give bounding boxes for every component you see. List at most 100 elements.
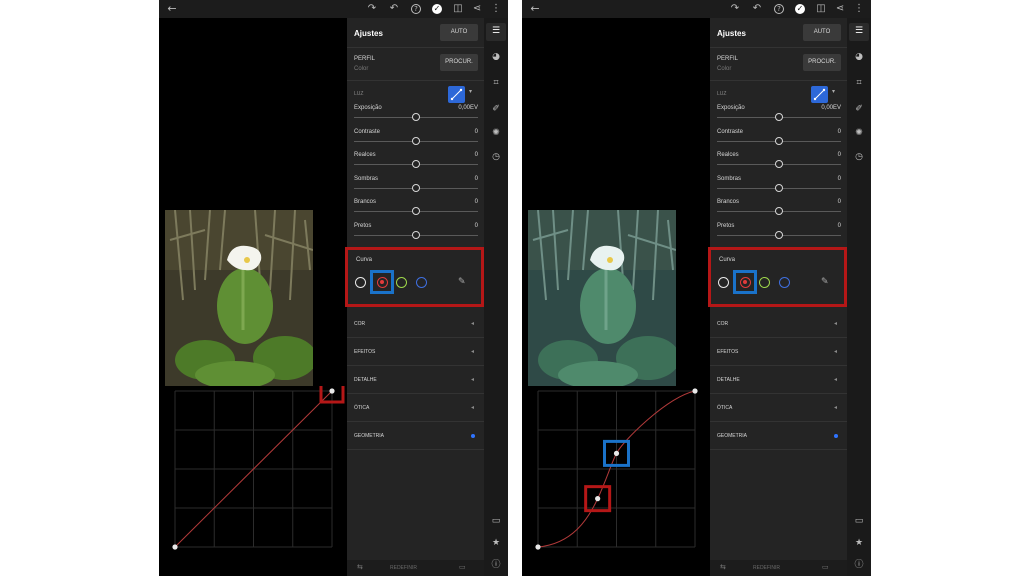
- presets-icon[interactable]: ⇆: [357, 563, 363, 571]
- section-row-ótica[interactable]: ÓTICA ◂: [710, 394, 847, 422]
- section-row-efeitos[interactable]: EFEITOS ◂: [710, 338, 847, 366]
- pen-tool-icon[interactable]: ✎: [821, 277, 829, 287]
- color-mix-icon[interactable]: ◕: [852, 50, 866, 64]
- tone-curve-graph[interactable]: [522, 386, 710, 566]
- info-icon[interactable]: ⓘ: [852, 558, 866, 572]
- comment-icon[interactable]: ▭: [852, 514, 866, 528]
- curve-point[interactable]: [595, 496, 601, 502]
- slider-value[interactable]: 0: [838, 223, 841, 229]
- info-icon[interactable]: ⓘ: [489, 558, 503, 572]
- history-icon[interactable]: ◷: [489, 150, 503, 164]
- section-row-cor[interactable]: COR ◂: [710, 310, 847, 338]
- crop-icon[interactable]: ⌗: [852, 76, 866, 90]
- photo-preview[interactable]: [528, 210, 676, 386]
- auto-button[interactable]: AUTO: [440, 24, 478, 41]
- section-row-geometria[interactable]: GEOMETRIA: [347, 422, 484, 450]
- redo-icon[interactable]: ↷: [728, 1, 742, 17]
- channel-blue-button[interactable]: [416, 277, 427, 288]
- history-icon[interactable]: ◷: [852, 150, 866, 164]
- redo-icon[interactable]: ↷: [365, 1, 379, 17]
- slider-value[interactable]: 0,00EV: [821, 105, 841, 111]
- channel-rgb-button[interactable]: [355, 277, 366, 288]
- slider-thumb[interactable]: [412, 207, 420, 215]
- presets-icon[interactable]: ⇆: [720, 563, 726, 571]
- check-icon[interactable]: ✓: [430, 1, 444, 17]
- slider-thumb[interactable]: [775, 183, 783, 192]
- more-icon[interactable]: ⋮: [489, 1, 503, 17]
- slider-value[interactable]: 0: [475, 176, 478, 182]
- section-row-geometria[interactable]: GEOMETRIA: [710, 422, 847, 450]
- copy-settings-icon[interactable]: ▭: [459, 563, 466, 571]
- reset-button[interactable]: REDEFINIR: [753, 565, 780, 571]
- slider-value[interactable]: 0: [838, 176, 841, 182]
- check-icon[interactable]: ✓: [793, 1, 807, 17]
- help-icon[interactable]: ?: [409, 1, 423, 17]
- section-row-ótica[interactable]: ÓTICA ◂: [347, 394, 484, 422]
- photo-preview[interactable]: [165, 210, 313, 386]
- compare-icon[interactable]: ◫: [814, 1, 828, 17]
- slider-thumb[interactable]: [775, 160, 783, 168]
- healing-icon[interactable]: ✺: [489, 126, 503, 140]
- tone-curve-graph[interactable]: [159, 378, 347, 566]
- section-row-cor[interactable]: COR ◂: [347, 310, 484, 338]
- undo-icon[interactable]: ↶: [387, 1, 401, 17]
- slider-thumb[interactable]: [412, 183, 420, 192]
- curve-point[interactable]: [613, 450, 620, 456]
- reset-button[interactable]: REDEFINIR: [390, 565, 417, 571]
- curve-toggle-button[interactable]: [811, 86, 828, 103]
- crop-icon[interactable]: ⌗: [489, 76, 503, 90]
- more-icon[interactable]: ⋮: [852, 1, 866, 17]
- slider-value[interactable]: 0: [475, 129, 478, 135]
- section-row-detalhe[interactable]: DETALHE ◂: [710, 366, 847, 394]
- star-icon[interactable]: ★: [852, 536, 866, 550]
- auto-button[interactable]: AUTO: [803, 24, 841, 41]
- browse-profile-button[interactable]: PROCUR.: [440, 54, 478, 71]
- undo-icon[interactable]: ↶: [750, 1, 764, 17]
- tone-curve-editor[interactable]: [522, 386, 710, 566]
- browse-profile-button[interactable]: PROCUR.: [803, 54, 841, 71]
- curve-point[interactable]: [172, 544, 178, 550]
- slider-value[interactable]: 0: [838, 199, 841, 205]
- slider-thumb[interactable]: [775, 136, 783, 145]
- healing-icon[interactable]: ✺: [852, 126, 866, 140]
- section-row-detalhe[interactable]: DETALHE ◂: [347, 366, 484, 394]
- share-icon[interactable]: ⋖: [833, 1, 847, 17]
- slider-thumb[interactable]: [775, 230, 783, 239]
- brush-icon[interactable]: ✐: [489, 102, 503, 116]
- slider-value[interactable]: 0: [838, 129, 841, 135]
- slider-thumb[interactable]: [775, 113, 783, 121]
- slider-thumb[interactable]: [412, 113, 420, 121]
- slider-thumb[interactable]: [412, 136, 420, 145]
- section-row-efeitos[interactable]: EFEITOS ◂: [347, 338, 484, 366]
- curve-toggle-button[interactable]: [448, 86, 465, 103]
- slider-value[interactable]: 0: [475, 199, 478, 205]
- channel-green-button[interactable]: [759, 277, 770, 288]
- slider-thumb[interactable]: [412, 230, 420, 239]
- star-icon[interactable]: ★: [489, 536, 503, 550]
- slider-thumb[interactable]: [412, 160, 420, 168]
- compare-icon[interactable]: ◫: [451, 1, 465, 17]
- color-mix-icon[interactable]: ◕: [489, 50, 503, 64]
- tone-curve-editor[interactable]: [159, 378, 347, 566]
- slider-value[interactable]: 0: [838, 152, 841, 158]
- pen-tool-icon[interactable]: ✎: [458, 277, 466, 287]
- help-icon[interactable]: ?: [772, 1, 786, 17]
- channel-blue-button[interactable]: [779, 277, 790, 288]
- channel-rgb-button[interactable]: [718, 277, 729, 288]
- chevron-down-icon[interactable]: ▾: [469, 88, 472, 95]
- slider-value[interactable]: 0,00EV: [458, 105, 478, 111]
- curve-point[interactable]: [692, 388, 698, 394]
- copy-settings-icon[interactable]: ▭: [822, 563, 829, 571]
- slider-value[interactable]: 0: [475, 223, 478, 229]
- curve-point[interactable]: [329, 388, 335, 394]
- share-icon[interactable]: ⋖: [470, 1, 484, 17]
- slider-value[interactable]: 0: [475, 152, 478, 158]
- brush-icon[interactable]: ✐: [852, 102, 866, 116]
- channel-green-button[interactable]: [396, 277, 407, 288]
- back-arrow-icon[interactable]: ←: [165, 1, 179, 17]
- sliders-icon[interactable]: ☰: [489, 24, 503, 38]
- chevron-down-icon[interactable]: ▾: [832, 88, 835, 95]
- sliders-icon[interactable]: ☰: [852, 24, 866, 38]
- comment-icon[interactable]: ▭: [489, 514, 503, 528]
- curve-point[interactable]: [535, 544, 541, 550]
